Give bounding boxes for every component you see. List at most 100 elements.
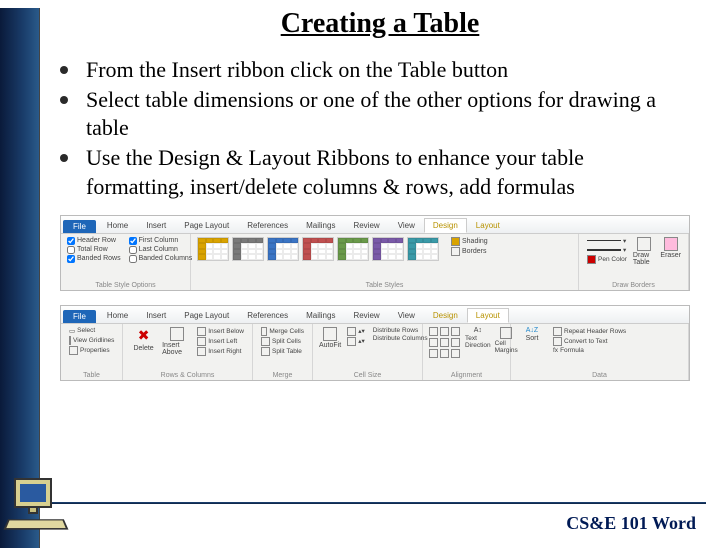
table-style-thumb[interactable]	[267, 237, 299, 261]
autofit-button[interactable]: AutoFit	[319, 327, 341, 349]
eraser-button[interactable]: Eraser	[659, 237, 682, 259]
footer-rule	[52, 502, 706, 504]
eraser-icon	[664, 237, 678, 251]
file-tab[interactable]: File	[63, 310, 96, 323]
height-icon	[347, 327, 356, 336]
tab-insert[interactable]: Insert	[137, 308, 175, 323]
split-icon	[261, 337, 270, 346]
tab-review[interactable]: Review	[344, 218, 388, 233]
tab-view[interactable]: View	[389, 218, 424, 233]
align-br-icon[interactable]	[451, 349, 460, 358]
distribute-cols-button[interactable]: Distribute Columns	[371, 335, 430, 342]
group-merge: Merge Cells Split Cells Split Table Merg…	[253, 324, 313, 380]
height-stepper[interactable]: ▴▾	[345, 327, 367, 336]
view-gridlines-button[interactable]: View Gridlines	[67, 336, 116, 345]
tab-home[interactable]: Home	[98, 218, 137, 233]
convert-to-text-button[interactable]: Convert to Text	[551, 337, 628, 346]
borders-button[interactable]: Borders	[449, 247, 490, 256]
sort-button[interactable]: A↓ZSort	[517, 327, 547, 342]
layout-ribbon: File Home Insert Page Layout References …	[60, 305, 690, 381]
table-style-thumb[interactable]	[372, 237, 404, 261]
draw-table-button[interactable]: Draw Table	[633, 237, 656, 266]
chk-total-row[interactable]: Total Row	[67, 246, 121, 254]
text-direction-button[interactable]: A↕Text Direction	[465, 327, 491, 349]
group-label: Table Styles	[197, 281, 572, 289]
insert-below-button[interactable]: Insert Below	[195, 327, 246, 336]
tab-design[interactable]: Design	[424, 308, 467, 323]
tab-layout[interactable]: Layout	[467, 308, 509, 323]
insert-left-button[interactable]: Insert Left	[195, 337, 246, 346]
paint-bucket-icon	[451, 237, 460, 246]
pen-color-icon	[587, 255, 596, 264]
align-tr-icon[interactable]	[451, 327, 460, 336]
group-style-options: Header Row First Column Total Row Last C…	[61, 234, 191, 290]
chk-banded-cols[interactable]: Banded Columns	[129, 255, 193, 263]
align-bc-icon[interactable]	[440, 349, 449, 358]
pen-weight-dropdown[interactable]: ▾	[585, 246, 629, 254]
insert-left-icon	[197, 337, 206, 346]
tab-view[interactable]: View	[389, 308, 424, 323]
insert-right-button[interactable]: Insert Right	[195, 347, 246, 356]
delete-x-icon: ✖	[138, 327, 150, 344]
delete-button[interactable]: ✖Delete	[129, 327, 158, 352]
formula-icon: fx	[553, 347, 558, 354]
tab-layout[interactable]: Layout	[467, 218, 509, 233]
formula-button[interactable]: fxFormula	[551, 347, 628, 354]
table-style-thumb[interactable]	[337, 237, 369, 261]
align-tl-icon[interactable]	[429, 327, 438, 336]
shading-button[interactable]: Shading	[449, 237, 490, 246]
bullet-text: From the Insert ribbon click on the Tabl…	[86, 56, 508, 84]
tab-mailings[interactable]: Mailings	[297, 308, 344, 323]
tab-mailings[interactable]: Mailings	[297, 218, 344, 233]
chk-header-row[interactable]: Header Row	[67, 237, 121, 245]
bullet-list: From the Insert ribbon click on the Tabl…	[40, 56, 720, 201]
align-mc-icon[interactable]	[440, 338, 449, 347]
design-ribbon: File Home Insert Page Layout References …	[60, 215, 690, 291]
group-label: Alignment	[429, 371, 504, 379]
pen-style-dropdown[interactable]: ▾	[585, 237, 629, 245]
pencil-icon	[637, 237, 651, 251]
tab-insert[interactable]: Insert	[137, 218, 175, 233]
align-mr-icon[interactable]	[451, 338, 460, 347]
split-table-button[interactable]: Split Table	[259, 347, 306, 356]
tab-review[interactable]: Review	[344, 308, 388, 323]
bullet-text: Select table dimensions or one of the ot…	[86, 86, 684, 142]
bullet-icon	[60, 154, 68, 162]
table-style-thumb[interactable]	[407, 237, 439, 261]
pen-color-button[interactable]: Pen Color	[585, 255, 629, 264]
properties-icon	[69, 346, 78, 355]
repeat-header-button[interactable]: Repeat Header Rows	[551, 327, 628, 336]
tab-page-layout[interactable]: Page Layout	[175, 308, 238, 323]
table-style-thumb[interactable]	[197, 237, 229, 261]
grid-icon	[69, 336, 71, 345]
chk-last-column[interactable]: Last Column	[129, 246, 193, 254]
split-cells-button[interactable]: Split Cells	[259, 337, 306, 346]
tab-home[interactable]: Home	[98, 308, 137, 323]
alignment-grid[interactable]	[429, 327, 461, 359]
file-tab[interactable]: File	[63, 220, 96, 233]
ribbon-body: Header Row First Column Total Row Last C…	[61, 234, 689, 290]
tab-design[interactable]: Design	[424, 218, 467, 233]
tab-references[interactable]: References	[238, 218, 297, 233]
group-table: ▭Select View Gridlines Properties Table	[61, 324, 123, 380]
merge-cells-button[interactable]: Merge Cells	[259, 327, 306, 336]
group-rows-columns: ✖Delete Insert Above Insert Below Insert…	[123, 324, 253, 380]
table-style-thumb[interactable]	[302, 237, 334, 261]
footer-text: CS&E 101 Word	[566, 513, 696, 534]
convert-icon	[553, 337, 562, 346]
insert-above-button[interactable]: Insert Above	[162, 327, 191, 356]
style-gallery[interactable]	[197, 237, 439, 261]
group-cell-size: AutoFit ▴▾ ▴▾ Distribute Rows Distribute…	[313, 324, 423, 380]
tab-references[interactable]: References	[238, 308, 297, 323]
width-stepper[interactable]: ▴▾	[345, 337, 367, 346]
tab-page-layout[interactable]: Page Layout	[175, 218, 238, 233]
align-tc-icon[interactable]	[440, 327, 449, 336]
chk-banded-rows[interactable]: Banded Rows	[67, 255, 121, 263]
align-ml-icon[interactable]	[429, 338, 438, 347]
table-style-thumb[interactable]	[232, 237, 264, 261]
select-button[interactable]: ▭Select	[67, 327, 116, 335]
chk-first-column[interactable]: First Column	[129, 237, 193, 245]
align-bl-icon[interactable]	[429, 349, 438, 358]
distribute-rows-button[interactable]: Distribute Rows	[371, 327, 430, 334]
properties-button[interactable]: Properties	[67, 346, 116, 355]
